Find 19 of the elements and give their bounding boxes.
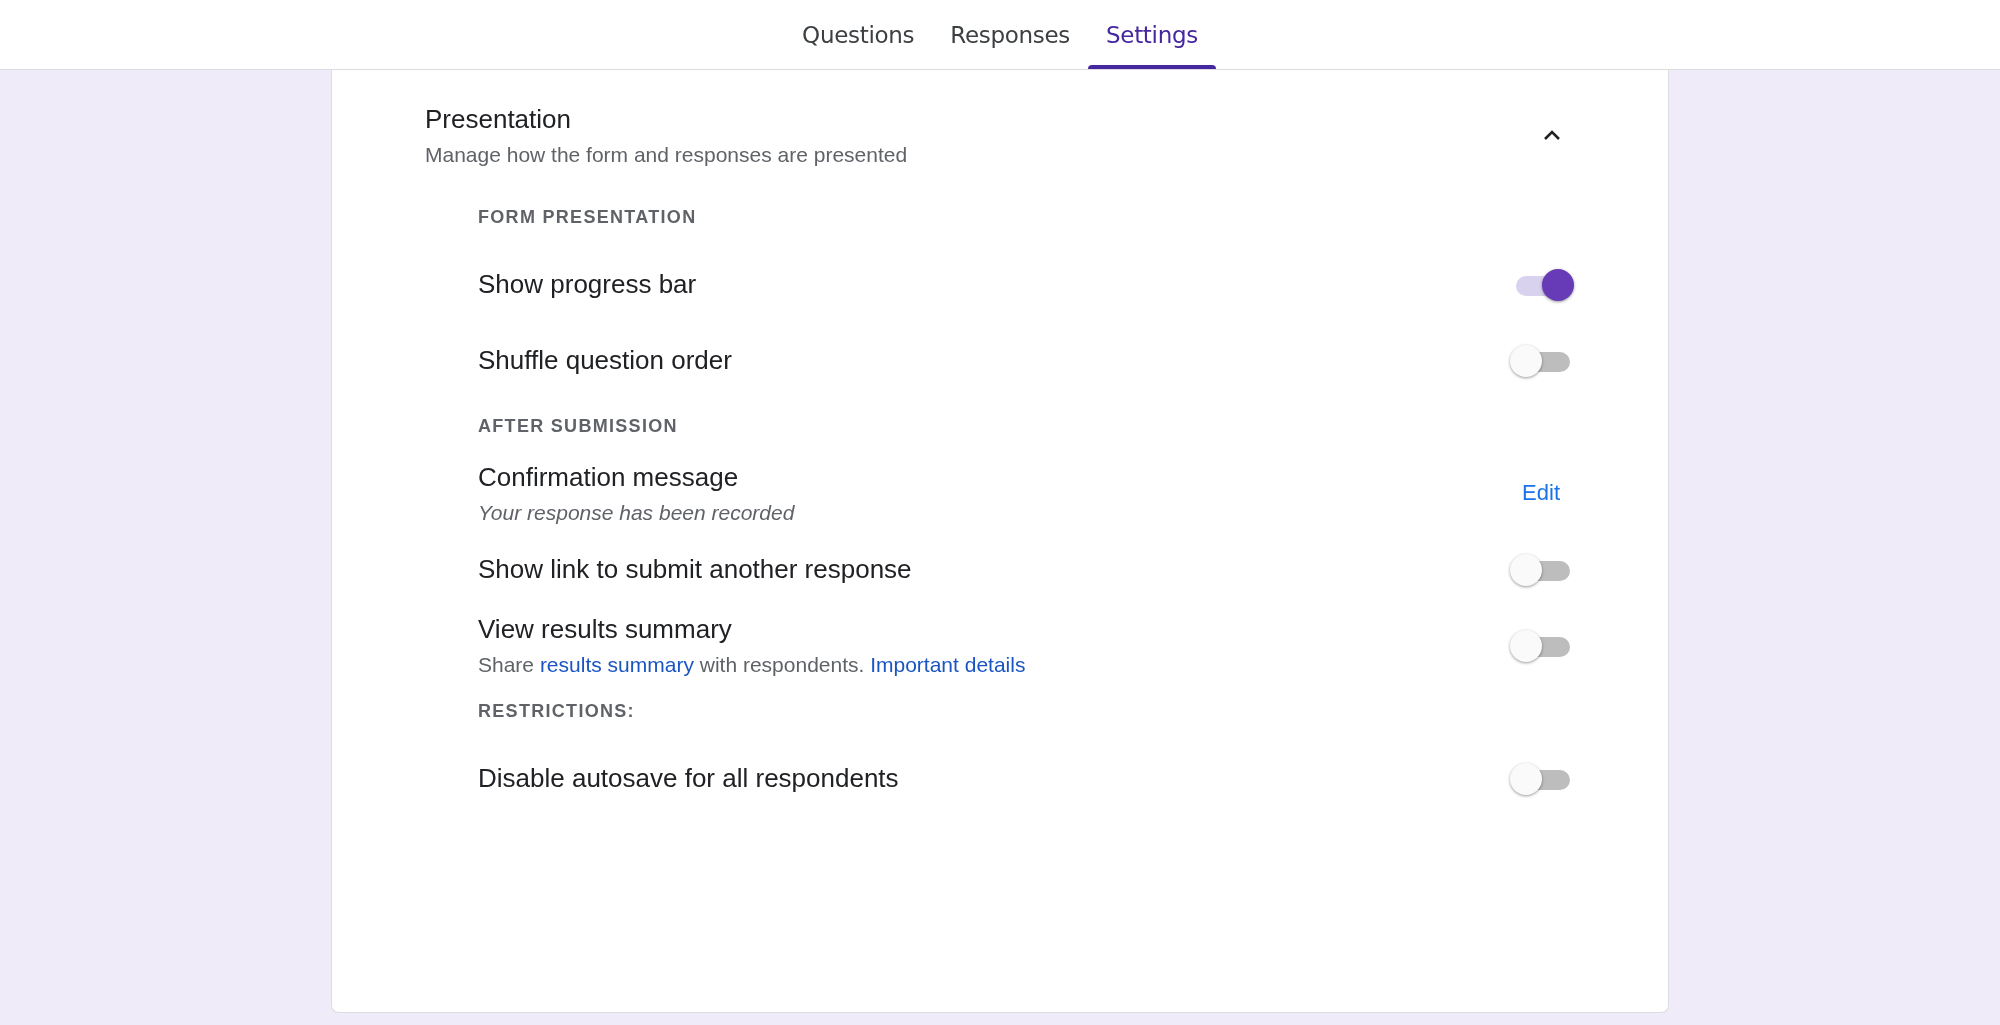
tab[interactable]: Questions bbox=[784, 0, 933, 69]
link[interactable]: results summary bbox=[539, 652, 694, 676]
setting-label: Disable autosave for all respondents bbox=[478, 762, 899, 794]
group-heading: FORM PRESENTATION bbox=[478, 206, 697, 229]
setting-label: Show progress bar bbox=[478, 268, 697, 300]
group-heading: RESTRICTIONS: bbox=[478, 700, 635, 723]
tab[interactable]: Responses bbox=[932, 0, 1088, 69]
section-subtitle: Manage how the form and responses are presented bbox=[425, 143, 908, 167]
setting-description: Share results summary with respondents. Important details bbox=[478, 652, 1026, 677]
setting-label: Shuffle question order bbox=[478, 344, 732, 376]
link[interactable]: Important details bbox=[870, 652, 1026, 676]
group-heading: AFTER SUBMISSION bbox=[478, 415, 678, 438]
section-title: Presentation bbox=[425, 104, 571, 135]
setting-detail: Your response has been recorded bbox=[478, 500, 795, 525]
edit-button[interactable]: Edit bbox=[1508, 472, 1574, 514]
setting-label: View results summary bbox=[478, 613, 732, 645]
setting-label: Confirmation message bbox=[478, 461, 739, 493]
tab[interactable]: Settings bbox=[1088, 0, 1216, 69]
setting-label: Show link to submit another response bbox=[478, 553, 912, 585]
